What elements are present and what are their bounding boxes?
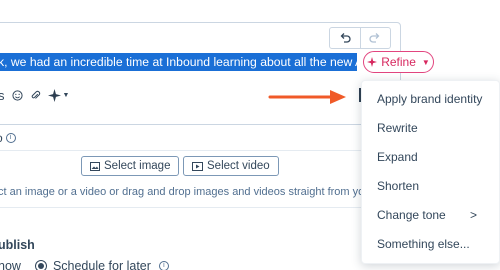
select-image-button[interactable]: Select image — [81, 156, 180, 176]
video-icon — [192, 161, 203, 171]
undo-icon — [340, 33, 351, 43]
schedule-radio[interactable] — [34, 260, 47, 270]
select-video-button[interactable]: Select video — [183, 156, 279, 176]
chevron-down-icon: ▼ — [421, 57, 430, 67]
media-help-text: ct an image or a video or drag and drop … — [0, 186, 416, 198]
publish-heading: ublish — [0, 238, 35, 252]
select-image-label: Select image — [104, 160, 171, 172]
arrow-annotation-icon — [268, 90, 346, 104]
chevron-down-icon: ▼ — [62, 92, 70, 99]
menu-item-change-tone[interactable]: Change tone > — [377, 208, 487, 222]
undo-redo-group — [329, 27, 391, 49]
ai-menu-trigger[interactable]: ▼ — [47, 89, 70, 102]
redo-button[interactable] — [359, 28, 391, 48]
refine-button[interactable]: Refine ▼ — [363, 51, 434, 73]
toolbar-partial-label: s — [0, 88, 5, 103]
publish-now-option[interactable]: now — [0, 259, 21, 270]
emoji-icon[interactable] — [11, 90, 23, 101]
undo-button[interactable] — [330, 28, 360, 48]
menu-item-expand[interactable]: Expand — [377, 150, 418, 164]
redo-icon — [369, 33, 380, 43]
menu-item-rewrite[interactable]: Rewrite — [377, 121, 418, 135]
info-icon[interactable]: i — [5, 133, 16, 143]
refine-menu: Apply brand identity Rewrite Expand Shor… — [361, 80, 500, 264]
attachment-icon[interactable] — [30, 90, 41, 101]
media-section-label: o i — [0, 131, 16, 145]
sparkle-icon — [367, 57, 378, 67]
selected-text-content: k, we had an incredible time at Inbound … — [0, 55, 357, 69]
editor-toolbar: s ▼ — [0, 88, 69, 103]
publish-options: now Schedule for later i — [0, 259, 169, 270]
selected-post-text[interactable]: k, we had an incredible time at Inbound … — [0, 53, 357, 71]
image-icon — [90, 161, 100, 171]
schedule-label[interactable]: Schedule for later — [53, 259, 151, 270]
media-label-text: o — [0, 131, 3, 145]
ai-sparkle-icon — [47, 89, 61, 102]
info-icon[interactable]: i — [158, 261, 169, 270]
chevron-right-icon: > — [470, 208, 478, 222]
menu-item-something-else[interactable]: Something else... — [377, 237, 470, 251]
menu-item-apply-brand-identity[interactable]: Apply brand identity — [377, 92, 482, 106]
refine-label: Refine — [381, 55, 416, 69]
menu-item-shorten[interactable]: Shorten — [377, 179, 419, 193]
select-video-label: Select video — [207, 160, 270, 172]
